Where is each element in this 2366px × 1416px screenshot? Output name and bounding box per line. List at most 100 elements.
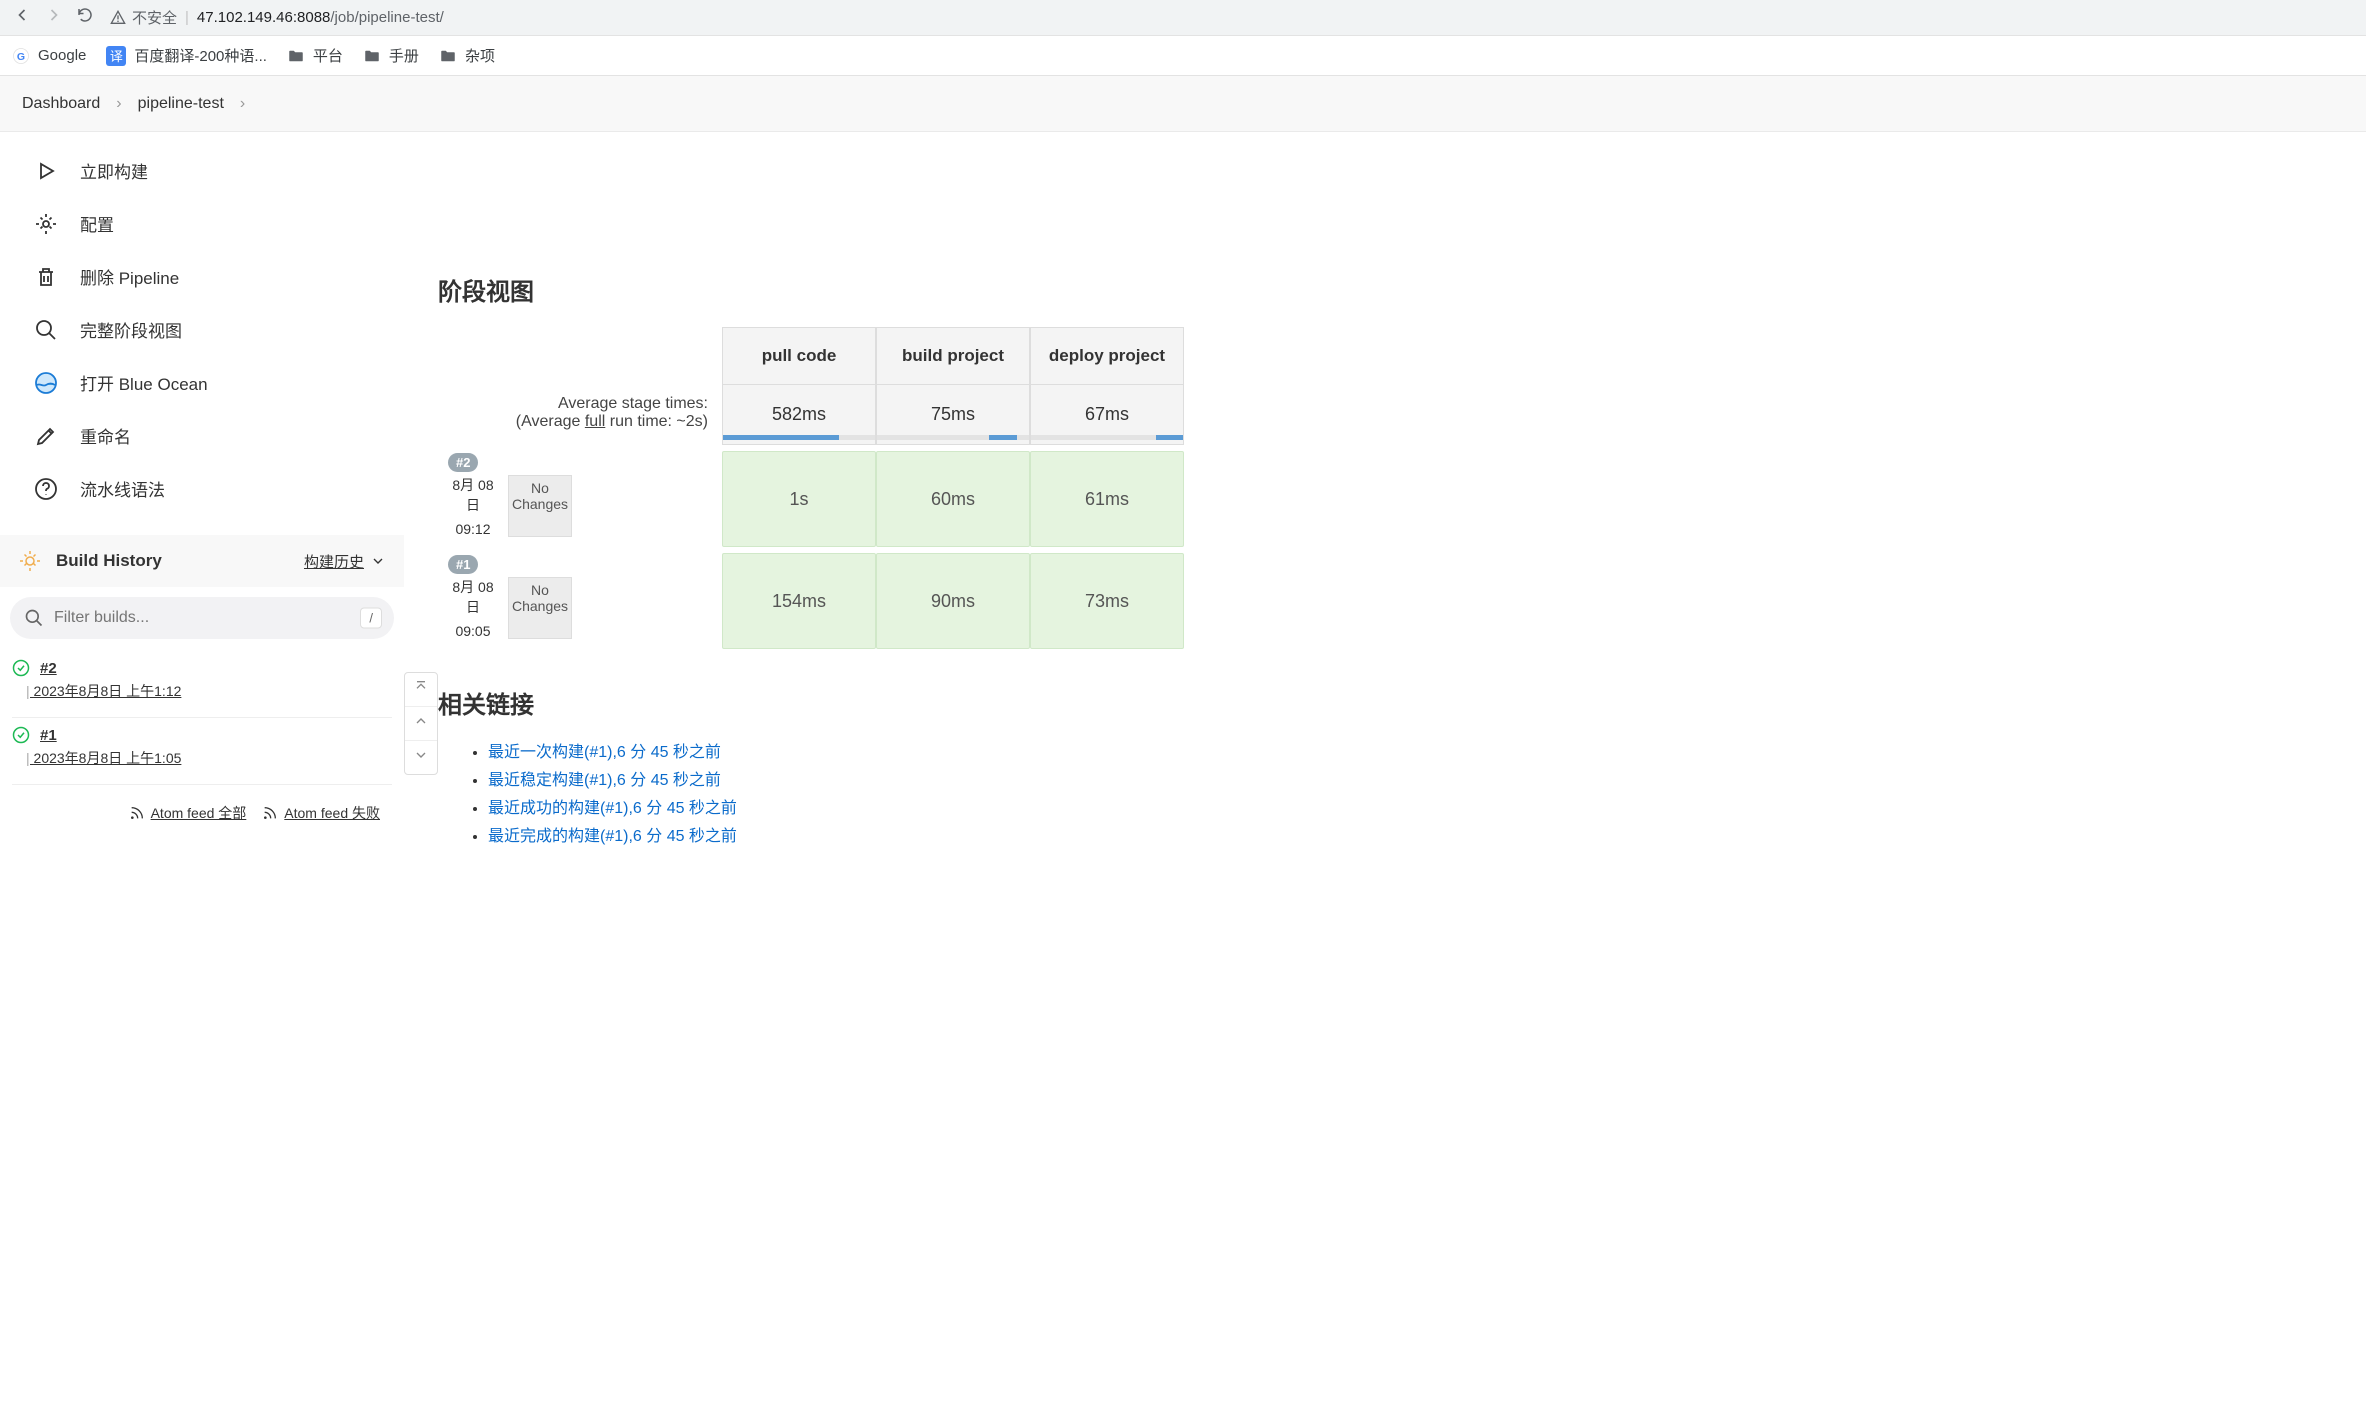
avg-label: Average stage times: (Average full run t…	[438, 385, 722, 445]
sidebar: 立即构建 配置 删除 Pipeline 完整阶段视图 打开 Blue Ocean…	[0, 132, 404, 850]
bookmark-label: 手册	[389, 45, 419, 66]
sun-icon	[18, 549, 42, 573]
bookmark-platform[interactable]: 平台	[287, 45, 343, 66]
no-changes-badge: No Changes	[508, 577, 572, 639]
folder-icon	[287, 47, 305, 65]
build-filter: /	[10, 597, 394, 639]
pencil-icon	[34, 424, 58, 448]
sidebar-item-delete[interactable]: 删除 Pipeline	[0, 250, 404, 303]
build-timestamp[interactable]: 2023年8月8日 上午1:12	[36, 681, 392, 701]
folder-icon	[439, 47, 457, 65]
search-icon	[24, 608, 44, 628]
insecure-badge: 不安全	[110, 7, 177, 28]
help-icon	[34, 477, 58, 501]
keyboard-shortcut: /	[360, 608, 382, 629]
sidebar-item-label: 重命名	[80, 423, 131, 448]
back-button[interactable]	[12, 5, 32, 30]
trash-icon	[34, 265, 58, 289]
sidebar-item-pipeline-syntax[interactable]: 流水线语法	[0, 462, 404, 515]
browser-nav	[12, 5, 94, 30]
scroll-down-button[interactable]	[405, 741, 437, 774]
success-icon	[12, 726, 30, 744]
stage-view-title: 阶段视图	[438, 272, 2366, 307]
build-link[interactable]: #1	[40, 727, 57, 744]
chevron-right-icon: ›	[116, 95, 121, 113]
insecure-label: 不安全	[132, 7, 177, 28]
run-badge[interactable]: #1	[448, 555, 478, 574]
related-link[interactable]: 最近成功的构建(#1),6 分 45 秒之前	[488, 800, 737, 817]
bookmark-label: 百度翻译-200种语...	[134, 45, 267, 66]
build-item: #1 2023年8月8日 上午1:05	[0, 720, 404, 782]
bookmark-google[interactable]: G Google	[12, 47, 86, 65]
bookmark-misc[interactable]: 杂项	[439, 45, 495, 66]
breadcrumb-job[interactable]: pipeline-test	[138, 95, 224, 113]
related-links-list: 最近一次构建(#1),6 分 45 秒之前 最近稳定构建(#1),6 分 45 …	[438, 738, 2366, 846]
sidebar-item-label: 完整阶段视图	[80, 317, 182, 342]
build-item: #2 2023年8月8日 上午1:12	[0, 653, 404, 715]
chevron-right-icon: ›	[240, 95, 245, 113]
related-link[interactable]: 最近稳定构建(#1),6 分 45 秒之前	[488, 772, 721, 789]
scroll-widget	[404, 672, 438, 775]
build-history-toggle[interactable]: 构建历史	[304, 551, 386, 572]
rss-icon	[129, 805, 145, 821]
url-path: /job/pipeline-test/	[330, 9, 443, 26]
build-timestamp[interactable]: 2023年8月8日 上午1:05	[36, 748, 392, 768]
play-icon	[34, 159, 58, 183]
breadcrumb-dashboard[interactable]: Dashboard	[22, 95, 100, 113]
atom-feed-all[interactable]: Atom feed 全部	[129, 803, 247, 823]
rss-icon	[262, 805, 278, 821]
stage-table: pull code build project deploy project A…	[438, 327, 1184, 649]
run-date: 8月 08 日 09:05	[444, 577, 502, 639]
url-host: 47.102.149.46:8088	[197, 9, 330, 26]
reload-button[interactable]	[76, 6, 94, 29]
build-link[interactable]: #2	[40, 660, 57, 677]
sidebar-item-configure[interactable]: 配置	[0, 197, 404, 250]
forward-button[interactable]	[44, 5, 64, 30]
url-bar[interactable]: 不安全 | 47.102.149.46:8088/job/pipeline-te…	[110, 7, 444, 28]
run-badge[interactable]: #2	[448, 453, 478, 472]
sidebar-item-build-now[interactable]: 立即构建	[0, 144, 404, 197]
bookmarks-bar: G Google 译 百度翻译-200种语... 平台 手册 杂项	[0, 36, 2366, 76]
run-row: #2 8月 08 日 09:12 No Changes 1s 60ms 61ms	[438, 451, 1184, 547]
no-changes-badge: No Changes	[508, 475, 572, 537]
run-row: #1 8月 08 日 09:05 No Changes 154ms 90ms 7…	[438, 553, 1184, 649]
stage-cell[interactable]: 90ms	[876, 553, 1030, 649]
gear-icon	[34, 212, 58, 236]
stage-cell[interactable]: 1s	[722, 451, 876, 547]
scroll-top-button[interactable]	[405, 673, 437, 707]
bookmark-baidu[interactable]: 译 百度翻译-200种语...	[106, 45, 267, 66]
bookmark-manual[interactable]: 手册	[363, 45, 419, 66]
sidebar-item-label: 配置	[80, 211, 114, 236]
stage-cell[interactable]: 154ms	[722, 553, 876, 649]
atom-feed-row: Atom feed 全部 Atom feed 失败	[0, 787, 404, 839]
build-history-header: Build History 构建历史	[0, 535, 404, 587]
stage-cell[interactable]: 61ms	[1030, 451, 1184, 547]
scroll-up-button[interactable]	[405, 707, 437, 741]
stage-header-pull-code: pull code	[722, 327, 876, 385]
avg-time-cell: 67ms	[1030, 385, 1184, 445]
related-link[interactable]: 最近一次构建(#1),6 分 45 秒之前	[488, 744, 721, 761]
related-link[interactable]: 最近完成的构建(#1),6 分 45 秒之前	[488, 828, 737, 845]
run-date: 8月 08 日 09:12	[444, 475, 502, 537]
chevron-down-icon	[370, 553, 386, 569]
sidebar-item-rename[interactable]: 重命名	[0, 409, 404, 462]
avg-time-cell: 582ms	[722, 385, 876, 445]
sidebar-item-label: 打开 Blue Ocean	[80, 370, 208, 395]
browser-toolbar: 不安全 | 47.102.149.46:8088/job/pipeline-te…	[0, 0, 2366, 36]
sidebar-item-blue-ocean[interactable]: 打开 Blue Ocean	[0, 356, 404, 409]
sidebar-item-label: 立即构建	[80, 158, 148, 183]
sidebar-item-label: 流水线语法	[80, 476, 165, 501]
atom-feed-failures[interactable]: Atom feed 失败	[262, 803, 380, 823]
folder-icon	[363, 47, 381, 65]
sidebar-item-full-stage-view[interactable]: 完整阶段视图	[0, 303, 404, 356]
blue-ocean-icon	[34, 371, 58, 395]
filter-builds-input[interactable]	[10, 597, 394, 639]
build-history: Build History 构建历史 / #2 2023年8月8日 上午1:12	[0, 535, 404, 839]
google-icon: G	[12, 47, 30, 65]
avg-time-cell: 75ms	[876, 385, 1030, 445]
stage-cell[interactable]: 73ms	[1030, 553, 1184, 649]
bookmark-label: Google	[38, 47, 86, 64]
translate-icon: 译	[106, 46, 126, 66]
stage-cell[interactable]: 60ms	[876, 451, 1030, 547]
related-links-title: 相关链接	[438, 685, 2366, 720]
